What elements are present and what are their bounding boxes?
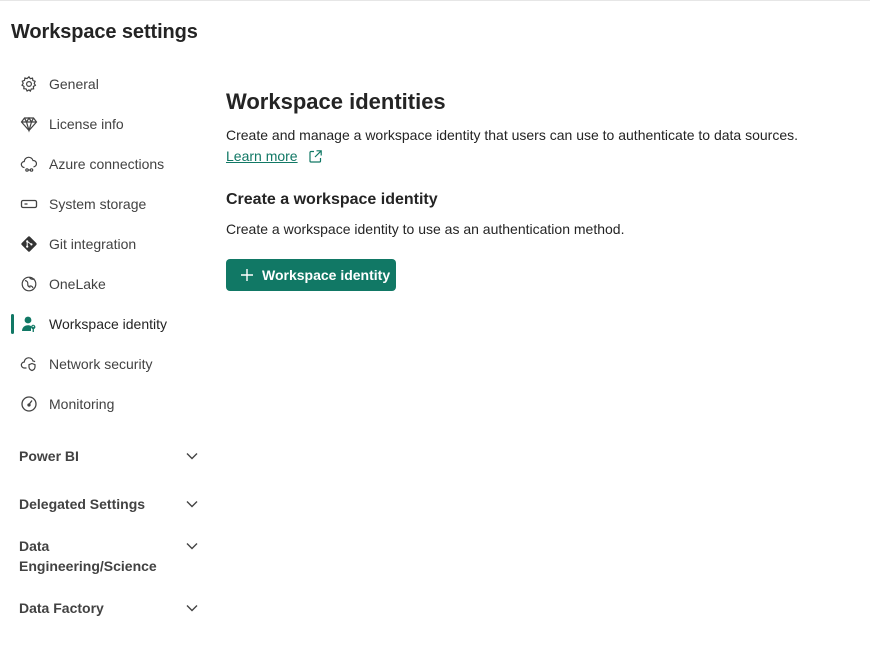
button-label: Workspace identity [262,267,391,283]
sidebar-item-label: Network security [49,356,153,372]
person-key-icon [20,315,38,333]
create-identity-heading: Create a workspace identity [226,191,438,208]
gauge-icon [20,395,38,413]
sidebar-nav: General License info Azure connections S… [0,64,210,424]
gear-icon [20,75,38,93]
storage-icon [20,195,38,213]
plus-icon [241,269,253,281]
cloud-shield-icon [20,355,38,373]
git-icon [20,235,38,253]
chevron-down-icon [186,453,198,460]
section-delegated-settings[interactable]: Delegated Settings [19,494,199,514]
learn-more-link[interactable]: Learn more [226,148,298,164]
sidebar-item-network-security[interactable]: Network security [0,344,210,384]
section-data-engineering-science[interactable]: Data Engineering/Science [19,536,199,576]
section-data-factory[interactable]: Data Factory [19,598,199,618]
section-power-bi[interactable]: Power BI [19,446,199,466]
sidebar-item-label: Git integration [49,236,137,252]
cloud-link-icon [20,155,38,173]
sidebar-item-workspace-identity[interactable]: Workspace identity [0,304,210,344]
top-border [0,0,870,1]
sidebar-item-onelake[interactable]: OneLake [0,264,210,304]
sidebar-item-label: General [49,76,99,92]
sidebar-item-label: System storage [49,196,147,212]
sidebar-item-label: Azure connections [49,156,165,172]
sidebar-item-monitoring[interactable]: Monitoring [0,384,210,424]
chevron-down-icon [186,605,198,612]
sidebar-item-label: Workspace identity [49,316,168,332]
diamond-icon [20,115,38,133]
section-label: Data Factory [19,600,104,616]
section-description: Create and manage a workspace identity t… [226,127,799,143]
section-label: Delegated Settings [19,496,146,512]
add-workspace-identity-button[interactable]: Workspace identity [226,259,396,291]
sidebar-item-azure-connections[interactable]: Azure connections [0,144,210,184]
onelake-icon [20,275,38,293]
page-title: Workspace settings [11,21,198,43]
section-label: Data Engineering/Science [19,538,157,574]
sidebar-item-license-info[interactable]: License info [0,104,210,144]
sidebar-item-label: License info [49,116,124,132]
create-identity-description: Create a workspace identity to use as an… [226,221,625,237]
sidebar-item-label: OneLake [49,276,106,292]
section-label: Power BI [19,448,79,464]
learn-more: Learn more [226,148,323,164]
section-title: Workspace identities [226,89,446,114]
sidebar-item-system-storage[interactable]: System storage [0,184,210,224]
sidebar-item-label: Monitoring [49,396,115,412]
sidebar-item-general[interactable]: General [0,64,210,104]
chevron-down-icon [186,501,198,508]
sidebar-item-git-integration[interactable]: Git integration [0,224,210,264]
external-link-icon[interactable] [308,149,323,164]
active-indicator [11,314,14,334]
chevron-down-icon [186,543,198,550]
